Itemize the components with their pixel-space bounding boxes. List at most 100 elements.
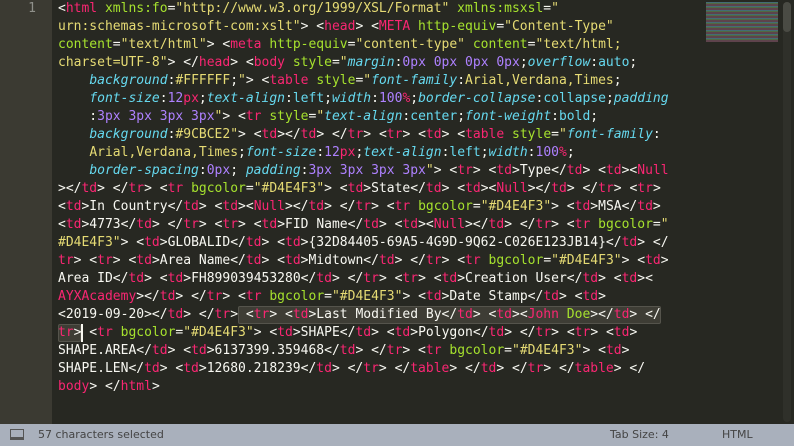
- code-token: > </: [504, 217, 536, 232]
- code-line[interactable]: tr> <tr> <td>Area Name</td> <td>Midtown<…: [58, 252, 669, 270]
- code-token: :: [652, 127, 661, 142]
- code-line[interactable]: font-size:12px;text-align:left;width:100…: [58, 90, 669, 108]
- code-line[interactable]: SHAPE.AREA</td> <td>6137399.359468</td> …: [58, 342, 669, 360]
- code-token: xmlns:msxsl: [449, 1, 544, 16]
- code-line[interactable]: content="text/html"> <meta http-equiv="c…: [58, 36, 669, 54]
- code-token: > <: [261, 253, 285, 268]
- vertical-scrollbar[interactable]: [783, 2, 791, 422]
- code-line[interactable]: background:#9CBCE2"> <td></td> </tr> <tr…: [58, 126, 669, 144]
- code-token: td: [81, 181, 98, 196]
- code-token: Arial,Verdana,Times: [89, 145, 239, 160]
- code-token: "text/html": [120, 37, 207, 52]
- code-token: SHAPE.LEN</: [58, 361, 145, 376]
- code-token: > </: [394, 253, 426, 268]
- code-token: tr: [355, 199, 372, 214]
- code-token: td: [574, 199, 591, 214]
- code-line[interactable]: <td>4773</td> </tr> <tr> <td>FID Name</t…: [58, 216, 669, 234]
- code-token: #D4E4F3": [58, 235, 121, 250]
- code-line[interactable]: border-spacing:0px; padding:3px 3px 3px …: [58, 162, 669, 180]
- code-token: style: [261, 109, 309, 124]
- code-token: > </: [504, 325, 536, 340]
- code-line[interactable]: <2019-09-20></td> </tr> <tr> <td>Last Mo…: [58, 306, 669, 324]
- panel-toggle-icon[interactable]: [10, 429, 24, 440]
- code-token: > <: [441, 127, 466, 142]
- code-token: >: [598, 289, 606, 304]
- code-token: font-family: [371, 73, 458, 88]
- code-token: :: [159, 91, 168, 106]
- code-token: td: [605, 343, 622, 358]
- code-token: tr: [394, 199, 411, 214]
- code-line[interactable]: body> </html>: [58, 378, 669, 396]
- code-token: =: [331, 55, 340, 70]
- code-token: %: [558, 145, 567, 160]
- tab-size-selector[interactable]: Tab Size: 4: [610, 424, 669, 446]
- code-token: td: [183, 199, 199, 214]
- code-line[interactable]: <html xmlns:fo = "http://www.w3.org/1999/X…: [58, 0, 669, 18]
- code-token: td: [316, 271, 332, 286]
- code-token: xmlns:fo: [97, 1, 168, 16]
- code-token: td: [191, 343, 207, 358]
- code-token: td: [582, 289, 599, 304]
- code-line[interactable]: charset=UTF-8"> </head> <body style="mar…: [58, 54, 669, 72]
- code-token: td: [621, 271, 638, 286]
- code-line[interactable]: Arial,Verdana,Times;font-size:12px;text-…: [58, 144, 669, 162]
- code-token: META: [378, 19, 411, 34]
- code-token: tr: [214, 307, 231, 322]
- code-token: ;: [590, 109, 599, 124]
- code-token: John: [527, 307, 559, 322]
- code-token: >Type</: [512, 163, 567, 178]
- code-token: tr: [386, 343, 403, 358]
- code-line[interactable]: <td>In Country</td> <td><Null></td> </tr…: [58, 198, 669, 216]
- code-line[interactable]: urn:schemas-microsoft-com:xslt"> <head> …: [58, 18, 669, 36]
- code-token: #FFFFFF: [175, 73, 231, 88]
- code-token: "Content-Type": [504, 19, 614, 34]
- syntax-selector[interactable]: HTML: [722, 424, 753, 446]
- code-editor[interactable]: <html xmlns:fo="http://www.w3.org/1999/X…: [58, 0, 669, 396]
- code-token: > <: [112, 253, 137, 268]
- code-token: td: [136, 253, 152, 268]
- code-token: tr: [527, 361, 544, 376]
- code-token: td: [151, 343, 168, 358]
- code-token: ></: [58, 181, 82, 196]
- scrollbar-thumb[interactable]: [783, 2, 791, 32]
- code-token: > <: [402, 289, 426, 304]
- code-token: ;: [230, 163, 246, 178]
- code-token: <: [58, 1, 66, 16]
- code-token: font-weight: [465, 109, 552, 124]
- code-token: 100: [378, 91, 403, 106]
- code-token: ;: [230, 73, 239, 88]
- code-token: tr: [574, 325, 591, 340]
- code-token: ": [660, 217, 669, 232]
- code-token: width: [488, 145, 528, 160]
- code-token: td: [261, 127, 278, 142]
- code-line[interactable]: AYXAcademy></td> </tr> <tr bgcolor="#D4E…: [58, 288, 669, 306]
- minimap[interactable]: [706, 2, 778, 42]
- code-token: bgcolor: [590, 217, 653, 232]
- code-token: ;: [410, 91, 419, 106]
- code-token: > <: [167, 343, 192, 358]
- code-line[interactable]: #D4E4F3"> <td>GLOBALID</td> <td>{32D8440…: [58, 234, 669, 252]
- code-token: ><: [637, 271, 653, 286]
- code-line[interactable]: ></td> </tr> <tr bgcolor="#D4E4F3"> <td>…: [58, 180, 669, 198]
- code-token: > <: [253, 325, 278, 340]
- code-token: tr: [222, 217, 239, 232]
- code-line[interactable]: background:#FFFFFF;"> <table style="font…: [58, 72, 669, 90]
- code-token: td: [543, 289, 559, 304]
- code-token: ;: [629, 55, 638, 70]
- code-token: td: [285, 253, 301, 268]
- code-line[interactable]: :3px 3px 3px 3px"> <tr style="text-align…: [58, 108, 669, 126]
- code-line[interactable]: Area ID</td> <td>FH899039453280</td> </t…: [58, 270, 669, 288]
- code-token: "#D4E4F3": [512, 343, 583, 358]
- code-token: ><: [418, 217, 434, 232]
- code-token: > </: [613, 361, 646, 376]
- code-line[interactable]: SHAPE.LEN</td> <td>12680.218239</td> </t…: [58, 360, 669, 378]
- code-token: tr: [206, 289, 223, 304]
- code-token: td: [167, 271, 184, 286]
- code-token: padding: [613, 91, 669, 106]
- code-line[interactable]: tr> <tr bgcolor="#D4E4F3"> <td>SHAPE</td…: [58, 324, 669, 342]
- code-token: background: [89, 127, 168, 142]
- code-token: 3px 3px 3px 3px: [308, 163, 426, 178]
- code-token: ><: [238, 199, 254, 214]
- code-token: =: [112, 37, 121, 52]
